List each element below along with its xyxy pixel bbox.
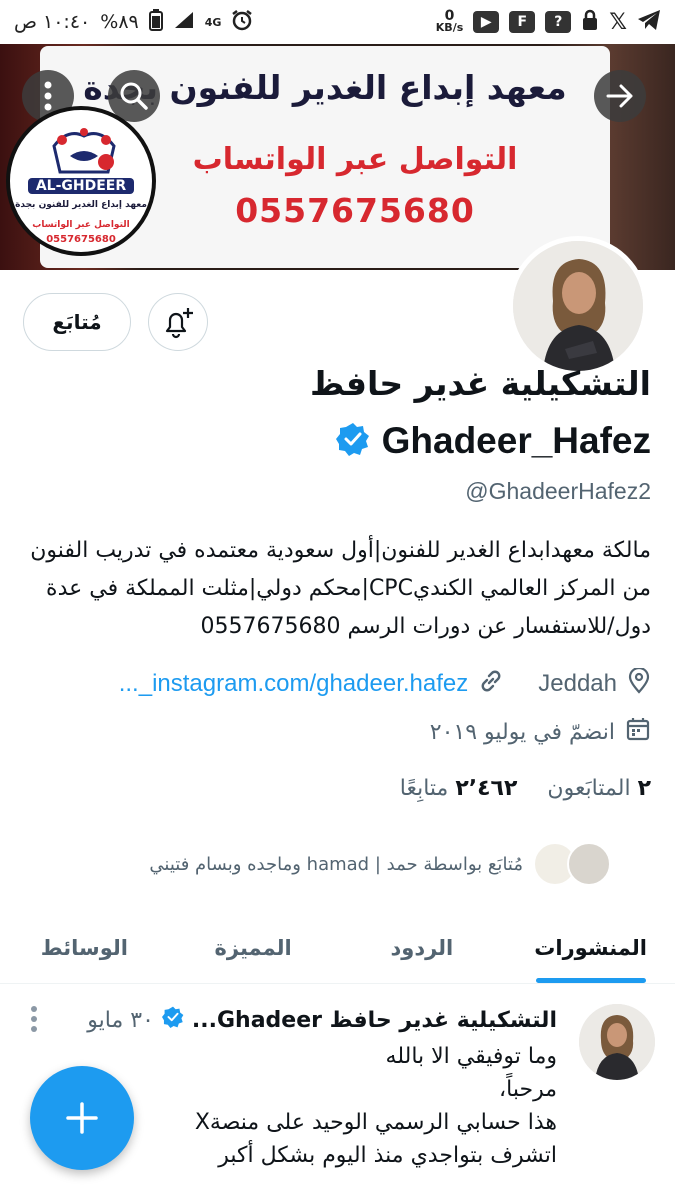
following-count: ٢٬٤٦٢ xyxy=(455,776,518,801)
battery-percent: ٨٩% xyxy=(100,11,139,33)
help-icon: ? xyxy=(545,11,572,33)
post-author-name[interactable]: التشكيلية غدير حافظ Ghadeer... xyxy=(192,1008,557,1033)
profile-bio: مالكة معهدابداع الغدير للفنون|أول سعودية… xyxy=(30,538,651,639)
network-type: 4G xyxy=(204,15,222,29)
person-portrait-icon xyxy=(579,1004,655,1080)
followed-by-row[interactable]: مُتابَع بواسطة حمد | hamad وماجده وبسام … xyxy=(149,842,611,886)
joined-date: انضمّ في يوليو ٢٠١٩ xyxy=(429,719,615,745)
lock-icon xyxy=(581,9,599,36)
display-name-arabic: التشكيلية غدير حافظ xyxy=(310,364,651,403)
following-stat[interactable]: ٢٬٤٦٢ متابِعًا xyxy=(400,776,518,801)
post-more-icon[interactable] xyxy=(30,1006,38,1032)
tab-replies[interactable]: الردود xyxy=(338,912,507,983)
alarm-icon xyxy=(231,9,253,36)
arrow-right-icon xyxy=(606,84,633,108)
back-button[interactable] xyxy=(594,70,646,122)
joined-row: انضمّ في يوليو ٢٠١٩ xyxy=(430,716,651,748)
username-handle: @GhadeerHafez2 xyxy=(465,478,651,504)
x-logo-icon: 𝕏 xyxy=(609,9,627,35)
verified-badge-icon[interactable] xyxy=(335,422,370,460)
notifications-button[interactable] xyxy=(148,293,208,351)
status-right: 0 KB/s ▶ F ? 𝕏 xyxy=(436,9,661,36)
logo-whatsapp-text: التواصل عبر الواتساب xyxy=(32,220,130,230)
post-header: التشكيلية غدير حافظ Ghadeer... ٣٠ مايو xyxy=(87,1006,557,1034)
profile-meta-row: Jeddah instagram.com/ghadeer.hafez_... xyxy=(119,666,651,700)
profile-tabs: المنشورات الردود المميزة الوسائط xyxy=(0,912,675,984)
tab-highlights[interactable]: المميزة xyxy=(169,912,338,983)
logo-institute-name: معهد إبداع الغدير للفنون بجدة xyxy=(15,200,147,210)
logo-phone: 0557675680 xyxy=(46,234,116,245)
logo-latin-text: AL-GHDEER xyxy=(10,178,152,194)
signal-icon xyxy=(173,10,195,35)
youtube-icon: ▶ xyxy=(473,11,500,33)
search-icon xyxy=(120,82,148,110)
verified-badge-icon xyxy=(161,1006,184,1034)
tab-media[interactable]: الوسائط xyxy=(0,912,169,983)
battery-icon xyxy=(148,8,163,36)
compose-post-button[interactable] xyxy=(30,1066,134,1170)
follow-stats: ٢ المتابَعون ٢٬٤٦٢ متابِعًا xyxy=(400,776,651,801)
followed-by-avatars xyxy=(533,842,611,886)
location-text: Jeddah xyxy=(538,670,617,697)
institute-logo: AL-GHDEER معهد إبداع الغدير للفنون بجدة … xyxy=(6,106,156,256)
following-label: متابِعًا xyxy=(399,776,449,801)
profile-avatar[interactable] xyxy=(508,236,648,376)
banner-phone: 0557675680 xyxy=(235,191,475,230)
status-bar: ١٠:٤٠ ص ٨٩% 4G 0 KB/s ▶ F ? 𝕏 xyxy=(0,0,675,44)
link-icon xyxy=(478,668,504,700)
followers-label: المتابَعون xyxy=(547,776,631,801)
post-author-avatar[interactable] xyxy=(579,1004,655,1080)
avatar-image xyxy=(513,241,643,371)
post-date: ٣٠ مايو xyxy=(87,1007,154,1033)
flipboard-icon: F xyxy=(509,11,536,33)
followed-by-text: مُتابَع بواسطة حمد | hamad وماجده وبسام … xyxy=(149,853,523,875)
plus-icon xyxy=(66,1102,98,1134)
clock: ١٠:٤٠ ص xyxy=(14,11,91,33)
tab-posts[interactable]: المنشورات xyxy=(506,912,675,983)
banner-whatsapp-text: التواصل عبر الواتساب xyxy=(192,142,518,177)
more-vertical-icon xyxy=(44,81,52,111)
followers-stat[interactable]: ٢ المتابَعون xyxy=(547,776,651,801)
speed-unit: KB/s xyxy=(435,21,464,34)
bell-plus-icon xyxy=(165,308,193,339)
location-pin-icon xyxy=(627,666,651,700)
logo-latin-label: AL-GHDEER xyxy=(27,178,135,194)
person-portrait-icon xyxy=(513,241,643,371)
followers-count: ٢ xyxy=(637,776,651,801)
display-name-english: Ghadeer_Hafez xyxy=(381,420,651,461)
calendar-icon xyxy=(625,716,651,748)
status-left: ١٠:٤٠ ص ٨٩% 4G xyxy=(14,8,253,36)
network-speed: 0 KB/s xyxy=(435,9,464,34)
following-button[interactable]: مُتابَع xyxy=(23,293,131,351)
logo-emblem-icon xyxy=(52,128,116,174)
display-name-row: Ghadeer_Hafez xyxy=(335,420,651,462)
telegram-icon xyxy=(637,9,661,36)
profile-website-link[interactable]: instagram.com/ghadeer.hafez_... xyxy=(119,670,469,698)
avatar xyxy=(567,842,611,886)
